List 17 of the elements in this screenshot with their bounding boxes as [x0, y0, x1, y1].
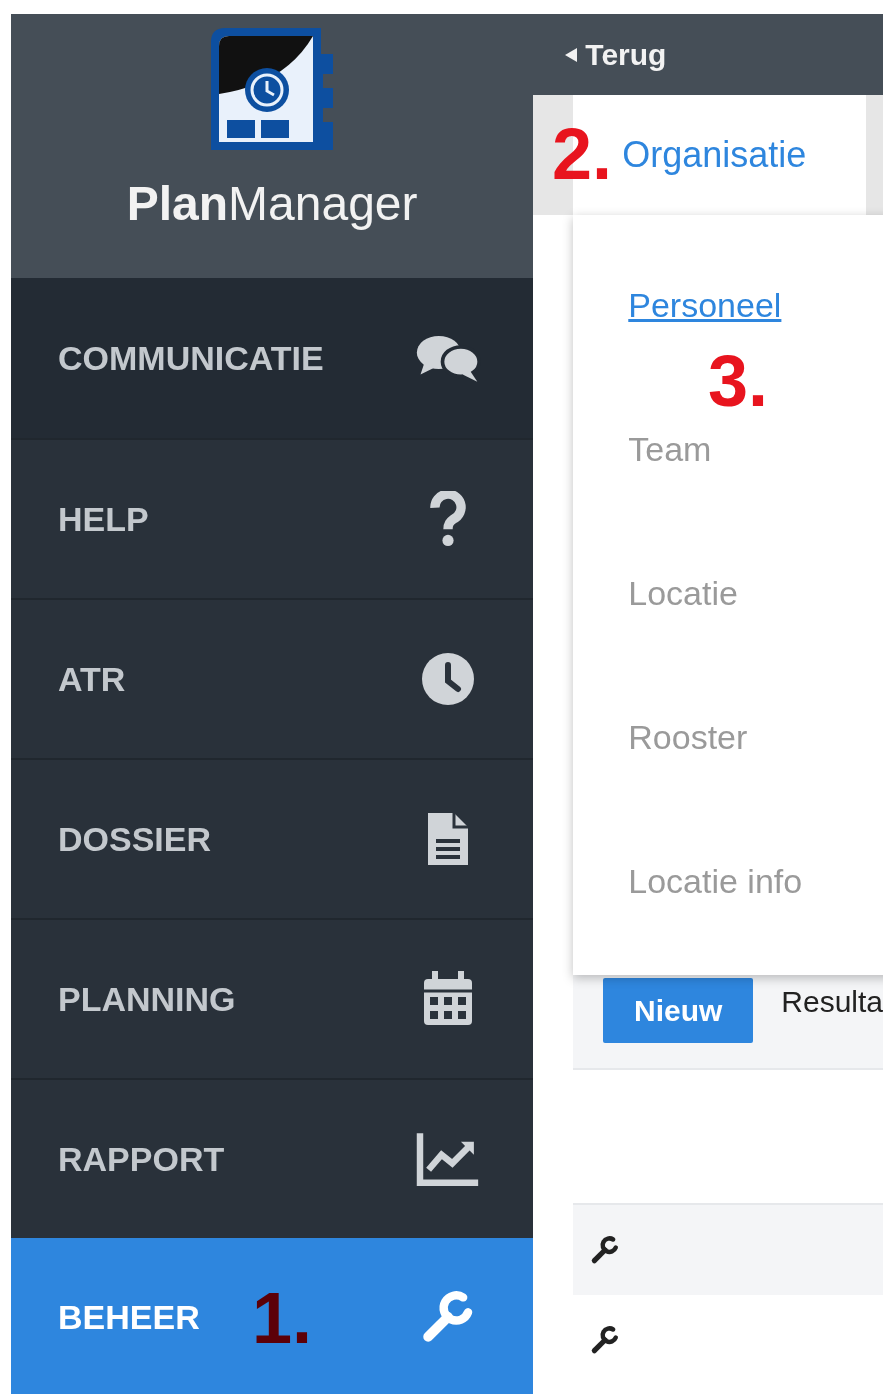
step-number: 3.	[708, 345, 769, 417]
wrench-icon	[590, 1325, 621, 1355]
tab[interactable]: Organisatie	[622, 134, 807, 176]
back-link[interactable]: Terug	[565, 37, 667, 72]
sidebar-item[interactable]: COMMUNICATIE	[11, 278, 534, 438]
caret-icon	[565, 47, 578, 62]
step-number: 2.	[552, 118, 613, 190]
step-number: 1.	[252, 1282, 313, 1354]
app-title: PlanManager	[126, 176, 418, 231]
menu-item[interactable]: Locatie info	[628, 861, 803, 901]
menu-item[interactable]: Team	[628, 429, 712, 469]
result-text: Resulta	[781, 985, 883, 1019]
menu-item[interactable]: Personeel	[628, 285, 782, 325]
wrench-icon	[590, 1235, 621, 1265]
menu-item[interactable]: Locatie	[628, 573, 738, 613]
new-button[interactable]: Nieuw	[603, 978, 754, 1043]
menu-item[interactable]: Rooster	[628, 717, 748, 757]
